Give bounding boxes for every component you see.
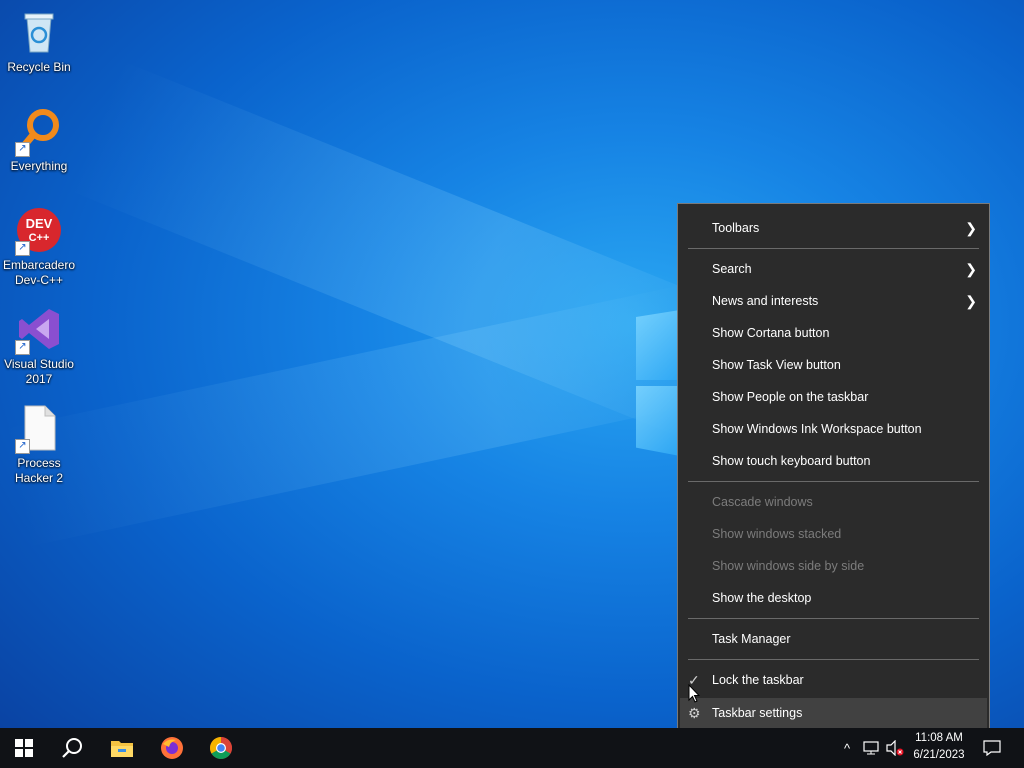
- desktop-icon-everything[interactable]: ↗ Everything: [2, 107, 76, 174]
- chevron-up-icon: ^: [843, 740, 851, 756]
- devcpp-logo-sub: C++: [29, 232, 50, 244]
- shortcut-arrow-icon: ↗: [15, 439, 30, 454]
- chevron-right-icon: ❯: [965, 293, 977, 309]
- menu-item-label: Show Windows Ink Workspace button: [712, 422, 922, 436]
- menu-item-show-people[interactable]: Show People on the taskbar: [680, 383, 987, 411]
- shortcut-arrow-icon: ↗: [15, 340, 30, 355]
- search-icon: [62, 738, 82, 758]
- chevron-right-icon: ❯: [965, 220, 977, 236]
- visual-studio-icon: ↗: [15, 305, 63, 355]
- desktop-icon-label: Visual Studio 2017: [4, 357, 74, 386]
- menu-item-search[interactable]: Search ❯: [680, 255, 987, 283]
- action-center-button[interactable]: [978, 728, 1006, 768]
- network-icon: [863, 741, 879, 755]
- mouse-cursor-icon: [688, 684, 700, 703]
- devcpp-logo-text: DEV: [26, 216, 53, 231]
- menu-item-label: Task Manager: [712, 632, 791, 646]
- search-button[interactable]: [48, 728, 96, 768]
- clock-button[interactable]: 11:08 AM 6/21/2023: [902, 730, 976, 764]
- start-icon: [15, 739, 33, 757]
- menu-item-show-ink-workspace[interactable]: Show Windows Ink Workspace button: [680, 415, 987, 443]
- notifications-icon: [983, 740, 1001, 756]
- menu-item-label: Cascade windows: [712, 495, 813, 509]
- clock-date: 6/21/2023: [913, 749, 965, 761]
- show-hidden-icons-button[interactable]: ^: [838, 728, 856, 768]
- menu-item-label: Show windows stacked: [712, 527, 842, 541]
- menu-item-show-cortana-button[interactable]: Show Cortana button: [680, 319, 987, 347]
- menu-item-lock-the-taskbar[interactable]: ✓ Lock the taskbar: [680, 666, 987, 694]
- network-button[interactable]: [860, 728, 882, 768]
- everything-search-icon: ↗: [15, 107, 63, 157]
- desktop-icon-label: Process Hacker 2: [14, 456, 64, 485]
- desktop-icon-label: Recycle Bin: [7, 60, 71, 74]
- desktop-icon-devcpp[interactable]: DEV C++ ↗ Embarcadero Dev-C++: [2, 206, 76, 288]
- menu-item-toolbars[interactable]: Toolbars ❯: [680, 214, 987, 242]
- menu-separator: [688, 481, 979, 482]
- menu-item-cascade-windows: Cascade windows: [680, 488, 987, 516]
- desktop-icon-recycle-bin[interactable]: Recycle Bin: [2, 8, 76, 75]
- blank-file-icon: ↗: [15, 404, 63, 454]
- firefox-button[interactable]: [148, 728, 196, 768]
- menu-item-label: Search: [712, 262, 752, 276]
- menu-item-label: Show windows side by side: [712, 559, 865, 573]
- menu-item-label: Show Cortana button: [712, 326, 830, 340]
- wallpaper-light-beam: [0, 284, 710, 548]
- menu-item-show-the-desktop[interactable]: Show the desktop: [680, 584, 987, 612]
- desktop-icon-process-hacker[interactable]: ↗ Process Hacker 2: [2, 404, 76, 486]
- menu-item-label: Show Task View button: [712, 358, 841, 372]
- desktop-icon-label: Everything: [10, 159, 68, 173]
- menu-item-show-touch-keyboard[interactable]: Show touch keyboard button: [680, 447, 987, 475]
- recycle-bin-icon: [15, 8, 63, 56]
- chrome-icon: [210, 737, 232, 759]
- taskbar: ^ 11:08 AM 6/21/2023: [0, 728, 1024, 768]
- menu-separator: [688, 618, 979, 619]
- menu-item-news-and-interests[interactable]: News and interests ❯: [680, 287, 987, 315]
- shortcut-arrow-icon: ↗: [15, 241, 30, 256]
- menu-item-label: Toolbars: [712, 221, 760, 235]
- desktop-icon-label: Embarcadero Dev-C++: [2, 258, 76, 287]
- menu-separator: [688, 659, 979, 660]
- shortcut-arrow-icon: ↗: [15, 142, 30, 157]
- menu-item-show-windows-side-by-side: Show windows side by side: [680, 552, 987, 580]
- file-explorer-button[interactable]: [98, 728, 146, 768]
- menu-item-label: Show People on the taskbar: [712, 390, 869, 404]
- menu-item-label: News and interests: [712, 294, 819, 308]
- taskbar-context-menu: Toolbars ❯ Search ❯ News and interests ❯…: [677, 203, 990, 736]
- menu-separator: [688, 248, 979, 249]
- chevron-right-icon: ❯: [965, 261, 977, 277]
- menu-item-task-manager[interactable]: Task Manager: [680, 625, 987, 653]
- menu-item-label: Taskbar settings: [712, 706, 803, 720]
- menu-item-show-task-view-button[interactable]: Show Task View button: [680, 351, 987, 379]
- menu-item-label: Show the desktop: [712, 591, 812, 605]
- devcpp-icon: DEV C++ ↗: [15, 206, 63, 256]
- firefox-icon: [161, 737, 183, 759]
- menu-item-label: Show touch keyboard button: [712, 454, 871, 468]
- file-explorer-icon: [111, 741, 133, 757]
- desktop-icon-visual-studio[interactable]: ↗ Visual Studio 2017: [2, 305, 76, 387]
- chrome-button[interactable]: [197, 728, 245, 768]
- menu-item-taskbar-settings[interactable]: ⚙ Taskbar settings: [680, 698, 987, 728]
- menu-item-label: Lock the taskbar: [712, 673, 804, 687]
- menu-item-show-windows-stacked: Show windows stacked: [680, 520, 987, 548]
- start-button[interactable]: [0, 728, 48, 768]
- clock-time: 11:08 AM: [915, 732, 963, 744]
